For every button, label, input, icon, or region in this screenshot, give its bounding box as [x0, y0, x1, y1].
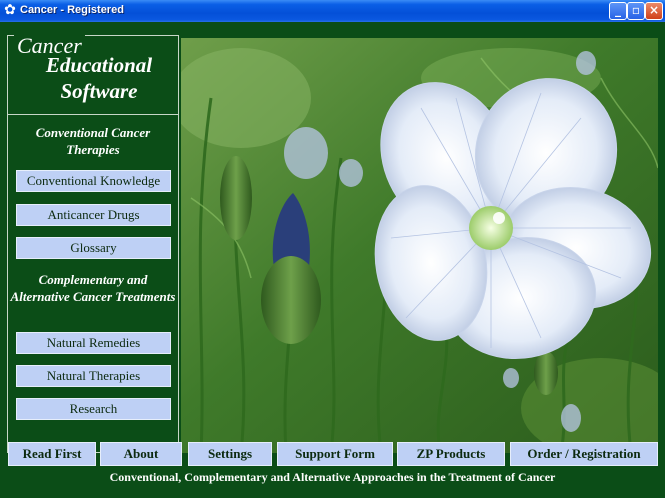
order-registration-button[interactable]: Order / Registration — [510, 442, 658, 466]
window-title: Cancer - Registered — [20, 4, 124, 16]
conventional-knowledge-button[interactable]: Conventional Knowledge — [16, 170, 171, 192]
logo-line-2: Software — [60, 79, 138, 103]
natural-therapies-button[interactable]: Natural Therapies — [16, 365, 171, 387]
research-button[interactable]: Research — [16, 398, 171, 420]
glossary-button[interactable]: Glossary — [16, 237, 171, 259]
app-frame: Cancer Educational Software Conventional… — [3, 22, 662, 495]
read-first-button[interactable]: Read First — [8, 442, 96, 466]
logo-divider — [8, 114, 178, 115]
title-bar[interactable]: ✿ Cancer - Registered _ ▫ × — [0, 0, 665, 22]
anticancer-drugs-button[interactable]: Anticancer Drugs — [16, 204, 171, 226]
footer-tagline: Conventional, Complementary and Alternat… — [109, 470, 556, 484]
natural-remedies-button[interactable]: Natural Remedies — [16, 332, 171, 354]
flax-flower-photo — [181, 38, 658, 453]
logo-line-1: Educational — [45, 53, 153, 77]
minimize-icon: _ — [615, 3, 621, 17]
minimize-button[interactable]: _ — [609, 2, 627, 20]
conventional-section-title: Conventional Cancer Therapies — [35, 125, 151, 157]
app-flower-icon: ✿ — [4, 2, 16, 18]
settings-button[interactable]: Settings — [188, 442, 272, 466]
zp-products-button[interactable]: ZP Products — [397, 442, 505, 466]
maximize-icon: ▫ — [631, 3, 641, 17]
sidebar: Cancer Educational Software Conventional… — [7, 33, 179, 453]
close-icon: × — [648, 3, 660, 17]
close-button[interactable]: × — [645, 2, 663, 20]
about-button[interactable]: About — [100, 442, 182, 466]
alternative-section-title: Complementary and Alternative Cancer Tre… — [10, 272, 176, 304]
support-form-button[interactable]: Support Form — [277, 442, 393, 466]
flower-image — [181, 38, 658, 453]
maximize-button[interactable]: ▫ — [627, 2, 645, 20]
